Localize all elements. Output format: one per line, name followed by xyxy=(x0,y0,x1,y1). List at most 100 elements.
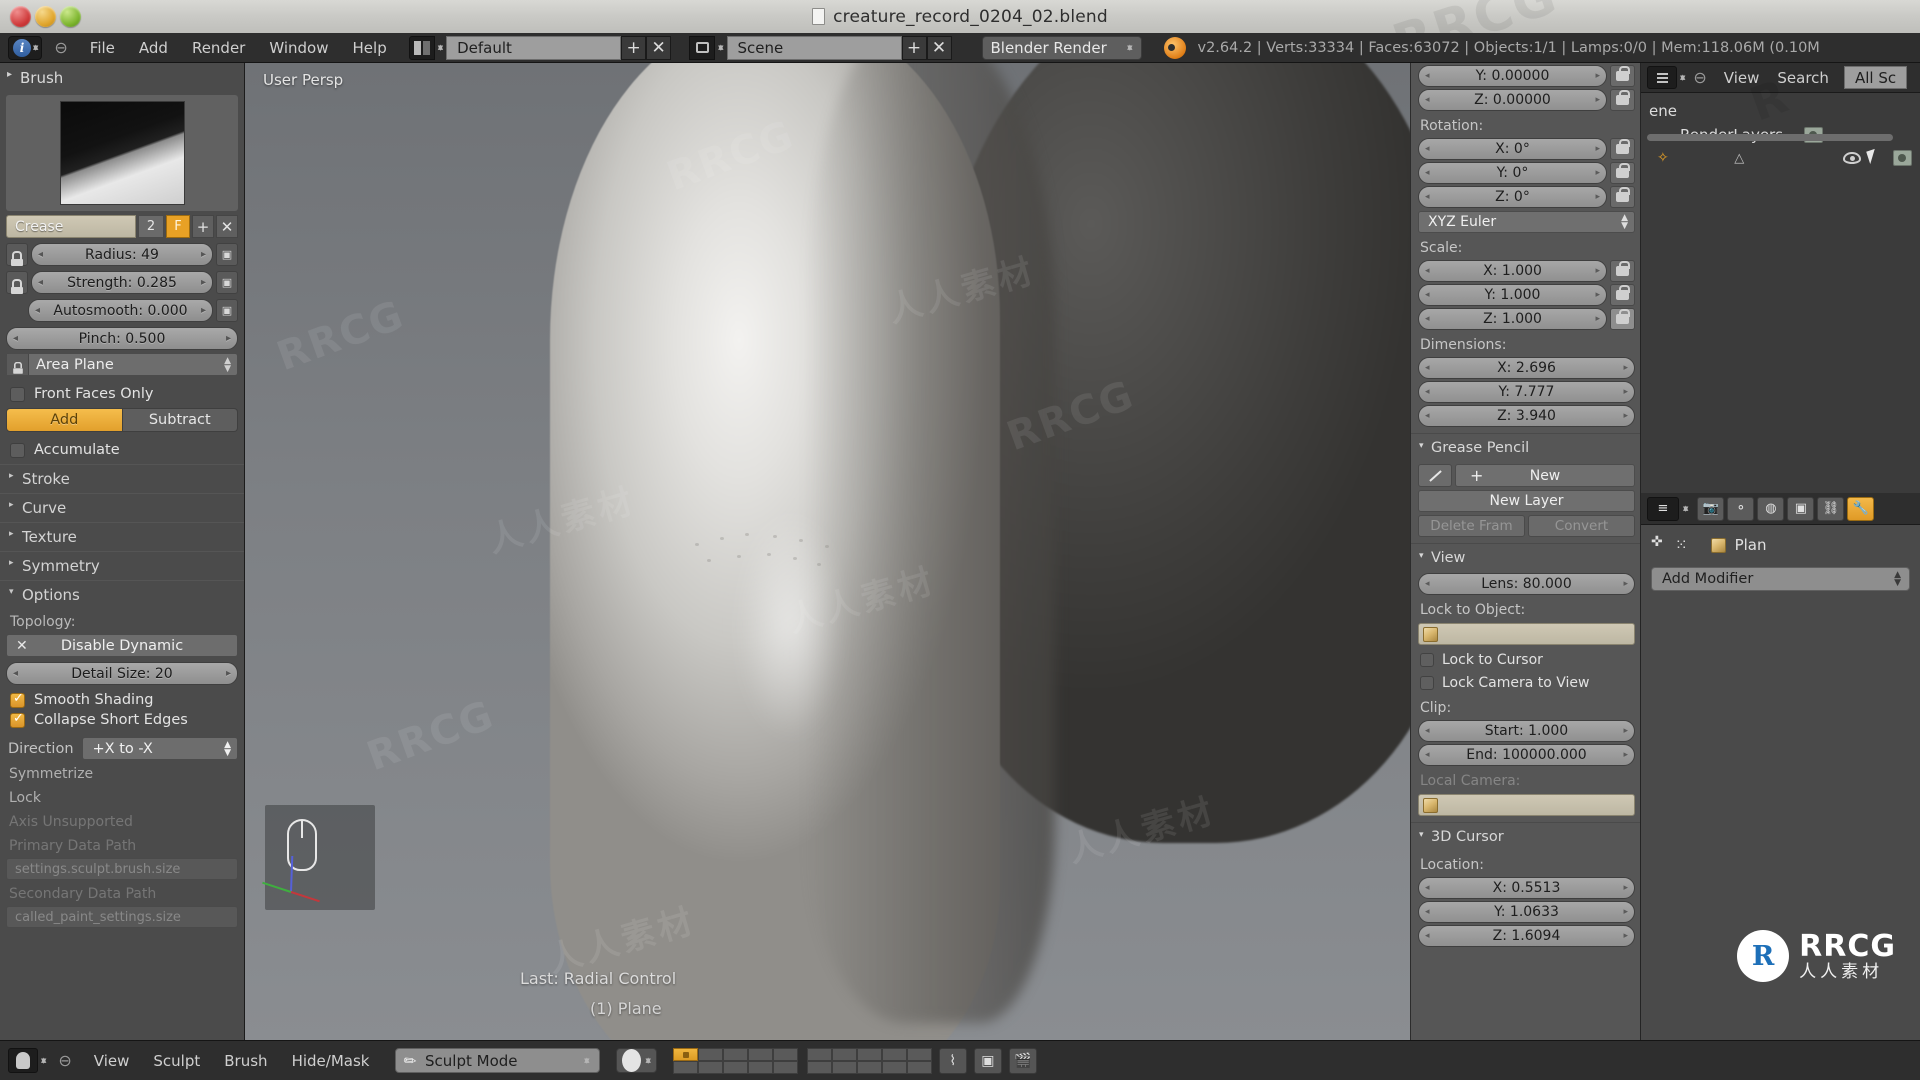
pin-icon[interactable] xyxy=(1651,534,1666,552)
render-preview-icon[interactable]: ▣ xyxy=(973,1047,1002,1074)
menu-help[interactable]: Help xyxy=(341,39,399,57)
screen-layout-block[interactable]: ▲ ▼ Default + ✕ xyxy=(408,35,672,60)
layer-cell[interactable] xyxy=(881,1060,907,1074)
brush-panel-header[interactable]: Brush xyxy=(0,63,244,93)
layer-cell[interactable] xyxy=(856,1047,882,1061)
brush-preview-box[interactable] xyxy=(6,95,238,211)
scene-name-field[interactable]: Scene xyxy=(726,35,902,60)
radius-unit-icon[interactable] xyxy=(6,243,28,266)
scene-layers-widget[interactable] xyxy=(672,1047,932,1074)
grease-pencil-new-button[interactable]: + New xyxy=(1455,464,1635,487)
chevron-updown-icon[interactable]: ▲ ▼ xyxy=(1683,505,1688,513)
subtract-toggle[interactable]: Subtract xyxy=(122,408,238,432)
render-opengl-icon[interactable]: 🎬 xyxy=(1008,1047,1037,1074)
new-layer-button[interactable]: New Layer xyxy=(1418,490,1635,512)
chevron-updown-icon[interactable]: ▲ ▼ xyxy=(438,44,443,52)
interaction-mode-selector[interactable]: ✎ Sculpt Mode ▲ ▼ xyxy=(395,1048,601,1073)
symmetrize-button[interactable]: Symmetrize xyxy=(0,760,244,784)
collapse-menu-icon[interactable]: ⊖ xyxy=(46,1051,81,1070)
scene-block[interactable]: ▲ ▼ Scene + ✕ xyxy=(689,35,952,60)
proportional-edit-icon[interactable]: ⌇ xyxy=(938,1047,967,1074)
viewport-shading-selector[interactable]: ▲ ▼ xyxy=(616,1048,657,1073)
editor-type-selector[interactable]: i ▲ ▼ xyxy=(8,35,43,60)
viewport-3d[interactable]: User Persp Last: Radial Control (1) Plan… xyxy=(245,63,1410,1040)
scale-z-lock-button[interactable] xyxy=(1610,308,1635,330)
grease-pencil-panel-header[interactable]: Grease Pencil xyxy=(1411,433,1640,461)
outliner-editor-type-icon[interactable] xyxy=(1647,66,1677,89)
clip-start-field[interactable]: ◂ Start: 1.000 ▸ xyxy=(1418,720,1635,742)
strength-animate-button[interactable]: ▣ xyxy=(216,271,238,294)
disable-dynamic-topology-button[interactable]: ✕ Disable Dynamic xyxy=(6,634,238,657)
outliner-tree[interactable]: ene RenderLayers ✧ △ xyxy=(1641,93,1920,169)
layer-cell[interactable] xyxy=(747,1047,773,1061)
screen-layout-field[interactable]: Default xyxy=(446,35,622,60)
smooth-shading-checkbox[interactable] xyxy=(10,691,25,708)
smooth-shading-row[interactable]: Smooth Shading xyxy=(10,691,238,708)
rotation-y-lock-button[interactable] xyxy=(1610,162,1635,184)
layer-cell[interactable] xyxy=(806,1060,832,1074)
secondary-data-path-field[interactable]: called_paint_settings.size xyxy=(6,906,238,928)
layer-cell[interactable] xyxy=(672,1047,698,1061)
delete-scene-button[interactable]: ✕ xyxy=(926,35,952,60)
layer-cell[interactable] xyxy=(906,1060,932,1074)
menu-add[interactable]: Add xyxy=(127,39,180,57)
layer-cell[interactable] xyxy=(831,1047,857,1061)
lens-slider[interactable]: ◂ Lens: 80.000 ▸ xyxy=(1418,573,1635,595)
layer-cell[interactable] xyxy=(697,1060,723,1074)
lock-camera-to-view-row[interactable]: Lock Camera to View xyxy=(1420,675,1640,691)
tab-object[interactable]: ▣ xyxy=(1787,496,1815,521)
add-toggle[interactable]: Add xyxy=(6,408,123,432)
cursor-x-field[interactable]: ◂ X: 0.5513 ▸ xyxy=(1418,877,1635,899)
direction-toggle[interactable]: Add Subtract xyxy=(6,408,238,432)
delete-frame-button[interactable]: Delete Fram xyxy=(1418,515,1525,537)
outliner-display-mode[interactable]: All Sc xyxy=(1843,66,1908,89)
rotation-z-field[interactable]: ◂ Z: 0° ▸ xyxy=(1418,186,1607,208)
layer-cell[interactable] xyxy=(772,1047,798,1061)
layer-cell[interactable] xyxy=(772,1060,798,1074)
layer-cell[interactable] xyxy=(722,1060,748,1074)
rotation-x-field[interactable]: ◂ X: 0° ▸ xyxy=(1418,138,1607,160)
chevron-updown-icon[interactable]: ▲ ▼ xyxy=(718,44,723,52)
location-y-lock-button[interactable] xyxy=(1610,65,1635,87)
lock-to-cursor-checkbox[interactable] xyxy=(1420,653,1434,667)
sculpt-plane-dropdown[interactable]: Area Plane ▲ ▼ xyxy=(6,353,238,376)
autosmooth-animate-button[interactable]: ▣ xyxy=(216,299,238,322)
brush-users-count[interactable]: 2 xyxy=(138,215,164,238)
collapse-menu-icon[interactable]: ⊖ xyxy=(1685,68,1714,87)
pinch-slider[interactable]: ◂ Pinch: 0.500 ▸ xyxy=(6,327,238,350)
add-screen-button[interactable]: + xyxy=(621,35,647,60)
viewport-menu-hidemask[interactable]: Hide/Mask xyxy=(280,1052,382,1070)
scale-x-lock-button[interactable] xyxy=(1610,260,1635,282)
lock-camera-to-view-checkbox[interactable] xyxy=(1420,676,1434,690)
view-panel-header[interactable]: View xyxy=(1411,543,1640,571)
outliner-menu-view[interactable]: View xyxy=(1715,69,1769,87)
viewport-menu-sculpt[interactable]: Sculpt xyxy=(141,1052,212,1070)
symmetry-panel-header[interactable]: Symmetry xyxy=(0,551,244,580)
options-panel-header[interactable]: Options xyxy=(0,580,244,609)
outliner-row-object[interactable]: ✧ △ xyxy=(1641,147,1920,169)
tab-constraints[interactable]: ⛓ xyxy=(1817,496,1845,521)
dimension-x-field[interactable]: ◂ X: 2.696 ▸ xyxy=(1418,357,1635,379)
stroke-panel-header[interactable]: Stroke xyxy=(0,464,244,493)
rotation-z-lock-button[interactable] xyxy=(1610,186,1635,208)
tab-scene[interactable]: ⚬ xyxy=(1727,496,1755,521)
cursor-y-field[interactable]: ◂ Y: 1.0633 ▸ xyxy=(1418,901,1635,923)
radius-slider[interactable]: ◂ Radius: 49 ▸ xyxy=(31,243,213,266)
convert-button[interactable]: Convert xyxy=(1528,515,1635,537)
rotation-y-field[interactable]: ◂ Y: 0° ▸ xyxy=(1418,162,1607,184)
tab-modifiers[interactable]: 🔧 xyxy=(1847,496,1875,521)
primary-data-path-field[interactable]: settings.sculpt.brush.size xyxy=(6,858,238,880)
clip-end-field[interactable]: ◂ End: 100000.000 ▸ xyxy=(1418,744,1635,766)
curve-panel-header[interactable]: Curve xyxy=(0,493,244,522)
render-engine-selector[interactable]: Blender Render ▲ ▼ xyxy=(981,35,1142,60)
rotation-x-lock-button[interactable] xyxy=(1610,138,1635,160)
outliner-scrollbar[interactable] xyxy=(1647,134,1893,141)
tab-render[interactable]: 📷 xyxy=(1697,496,1725,521)
location-z-lock-button[interactable] xyxy=(1610,89,1635,111)
layer-cell[interactable] xyxy=(906,1047,932,1061)
accumulate-checkbox[interactable] xyxy=(10,442,25,458)
viewport-editor-type-icon[interactable] xyxy=(8,1048,38,1073)
renderability-camera-icon[interactable] xyxy=(1893,150,1912,166)
strength-slider[interactable]: ◂ Strength: 0.285 ▸ xyxy=(31,271,213,294)
collapse-short-edges-checkbox[interactable] xyxy=(10,711,25,728)
